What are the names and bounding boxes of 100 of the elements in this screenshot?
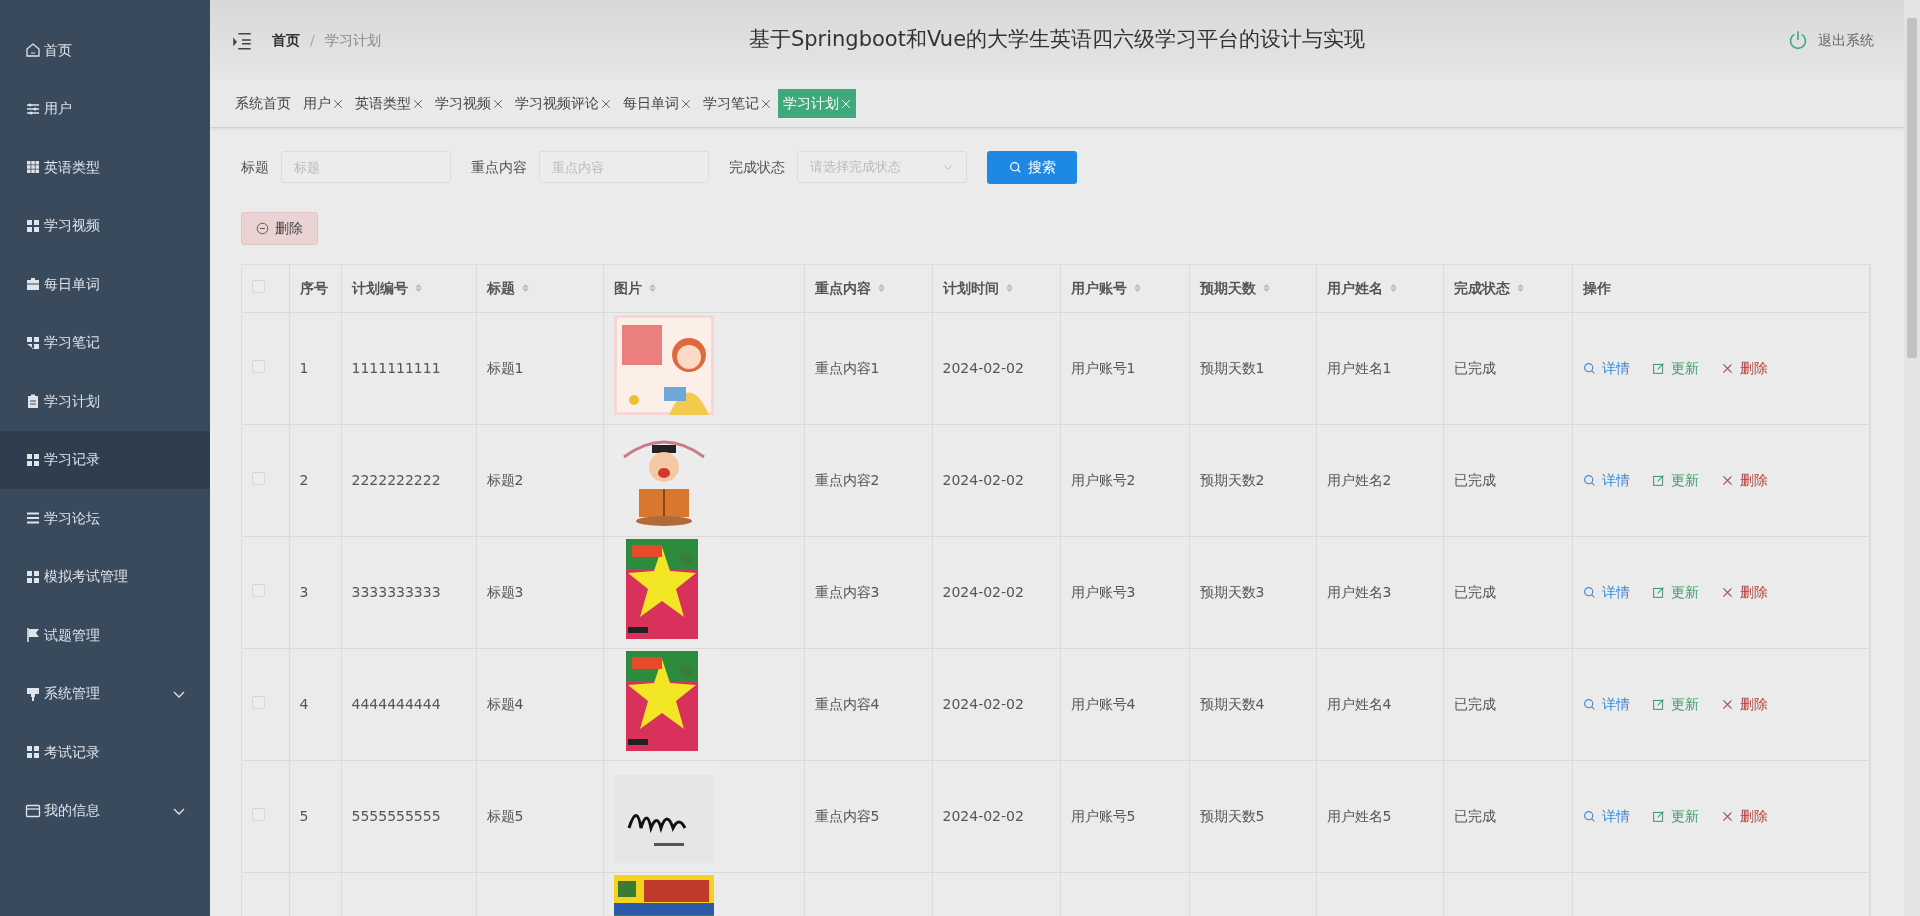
sidebar-item[interactable]: 模拟考试管理: [0, 547, 210, 606]
table-cell: 用户姓名4: [1326, 695, 1392, 712]
table-cell: 2024-02-02: [942, 359, 1024, 376]
sidebar-item[interactable]: 学习笔记: [0, 313, 210, 372]
close-icon: [333, 99, 343, 109]
column-header: 操作: [1582, 279, 1611, 296]
scrollbar-thumb[interactable]: [1907, 18, 1917, 358]
column-header: 重点内容: [814, 279, 871, 296]
close-icon: [761, 99, 771, 109]
tab[interactable]: 英语类型: [350, 89, 428, 118]
column-header: 序号: [299, 279, 328, 296]
sort-icon: [1388, 281, 1398, 294]
column-header: 预期天数: [1199, 279, 1256, 296]
tab[interactable]: 系统首页: [230, 89, 296, 118]
tab[interactable]: 每日单词: [618, 89, 696, 118]
list-icon: [25, 510, 41, 527]
edit-icon: [1651, 809, 1665, 823]
column-header: 用户账号: [1070, 279, 1127, 296]
table-cell: 2024-02-02: [942, 583, 1024, 600]
column-header: 图片: [613, 279, 642, 296]
table-cell: 已完成: [1453, 695, 1496, 712]
table-cell: 2024-02-02: [942, 695, 1024, 712]
sidebar-item[interactable]: 学习论坛: [0, 489, 210, 548]
sidebar-item[interactable]: 试题管理: [0, 606, 210, 665]
logout-button[interactable]: 退出系统: [1788, 29, 1874, 51]
table-cell: 用户姓名3: [1326, 583, 1392, 600]
search-icon: [1582, 809, 1596, 823]
table-cell: 预期天数1: [1199, 359, 1265, 376]
card-icon: [25, 802, 41, 819]
table-cell: 预期天数2: [1199, 471, 1265, 488]
close-icon: [1720, 697, 1734, 711]
flag-icon: [25, 627, 41, 644]
table-cell: 5: [299, 807, 309, 824]
breadcrumb-current: 学习计划: [324, 30, 381, 50]
breadcrumb-separator: /: [310, 30, 315, 50]
close-icon: [1720, 361, 1734, 375]
tab[interactable]: 学习笔记: [698, 89, 776, 118]
table-cell: 2: [299, 471, 309, 488]
search-icon: [1582, 473, 1596, 487]
grid-icon: [25, 744, 41, 761]
table-cell: 重点内容1: [814, 359, 880, 376]
close-icon: [1720, 585, 1734, 599]
sort-icon: [413, 281, 423, 294]
search-icon: [1008, 160, 1022, 174]
table-cell: 用户账号5: [1070, 807, 1136, 824]
edit-icon: [1651, 473, 1665, 487]
close-icon: [1720, 809, 1734, 823]
tab[interactable]: 学习视频评论: [510, 89, 616, 118]
search-icon: [1582, 697, 1596, 711]
column-header: 用户姓名: [1326, 279, 1383, 296]
action-link[interactable]: 删除: [1720, 581, 1768, 603]
page-title: 基于Springboot和Vue的大学生英语四六级学习平台的设计与实现: [748, 27, 1366, 52]
sort-icon: [1515, 281, 1525, 294]
power-icon: [1788, 30, 1808, 50]
sidebar-item[interactable]: 考试记录: [0, 723, 210, 782]
sidebar-item[interactable]: 学习记录: [0, 430, 210, 489]
sort-icon: [1261, 281, 1271, 294]
action-link[interactable]: 删除: [1720, 805, 1768, 827]
sidebar-item[interactable]: 每日单词: [0, 255, 210, 314]
edit-icon: [1651, 697, 1665, 711]
table-cell: 标题1: [486, 359, 524, 376]
search-button[interactable]: 搜索: [987, 150, 1077, 184]
sidebar-item[interactable]: 英语类型: [0, 138, 210, 197]
table-cell: 4444444444: [351, 695, 441, 712]
table-cell: 标题5: [486, 807, 524, 824]
close-icon: [1720, 473, 1734, 487]
table-cell: 用户姓名5: [1326, 807, 1392, 824]
sort-icon: [1132, 281, 1142, 294]
sidebar-item[interactable]: 系统管理: [0, 664, 210, 723]
table-cell: 用户账号4: [1070, 695, 1136, 712]
table-cell: 预期天数3: [1199, 583, 1265, 600]
grid-icon: [25, 159, 41, 176]
sidebar-item[interactable]: 学习视频: [0, 196, 210, 255]
edit-icon: [1651, 361, 1665, 375]
column-header: 完成状态: [1453, 279, 1510, 296]
table-cell: 1: [299, 359, 309, 376]
action-link[interactable]: 删除: [1720, 469, 1768, 491]
sort-icon: [1004, 281, 1014, 294]
search-icon: [1582, 361, 1596, 375]
field-label: 完成状态: [729, 157, 785, 177]
breadcrumb-link[interactable]: 首页: [272, 29, 300, 51]
table-cell: 预期天数5: [1199, 807, 1265, 824]
delete-button[interactable]: 删除: [241, 212, 318, 245]
briefcase-icon: [25, 276, 41, 293]
sidebar-item[interactable]: 我的信息: [0, 781, 210, 840]
sidebar-item[interactable]: 首页: [0, 21, 210, 80]
table-cell: 标题2: [486, 471, 524, 488]
tab[interactable]: 用户: [298, 89, 348, 118]
field-label: 重点内容: [471, 157, 527, 177]
table-cell: 已完成: [1453, 471, 1496, 488]
action-link[interactable]: 删除: [1720, 357, 1768, 379]
tab[interactable]: 学习视频: [430, 89, 508, 118]
action-link[interactable]: 删除: [1720, 693, 1768, 715]
sidebar-item[interactable]: 学习计划: [0, 372, 210, 431]
home-icon: [25, 42, 41, 59]
table-cell: 标题4: [486, 695, 524, 712]
table-cell: 用户姓名1: [1326, 359, 1392, 376]
table-cell: 已完成: [1453, 807, 1496, 824]
sidebar-item[interactable]: 用户: [0, 79, 210, 138]
table-cell: 5555555555: [351, 807, 441, 824]
